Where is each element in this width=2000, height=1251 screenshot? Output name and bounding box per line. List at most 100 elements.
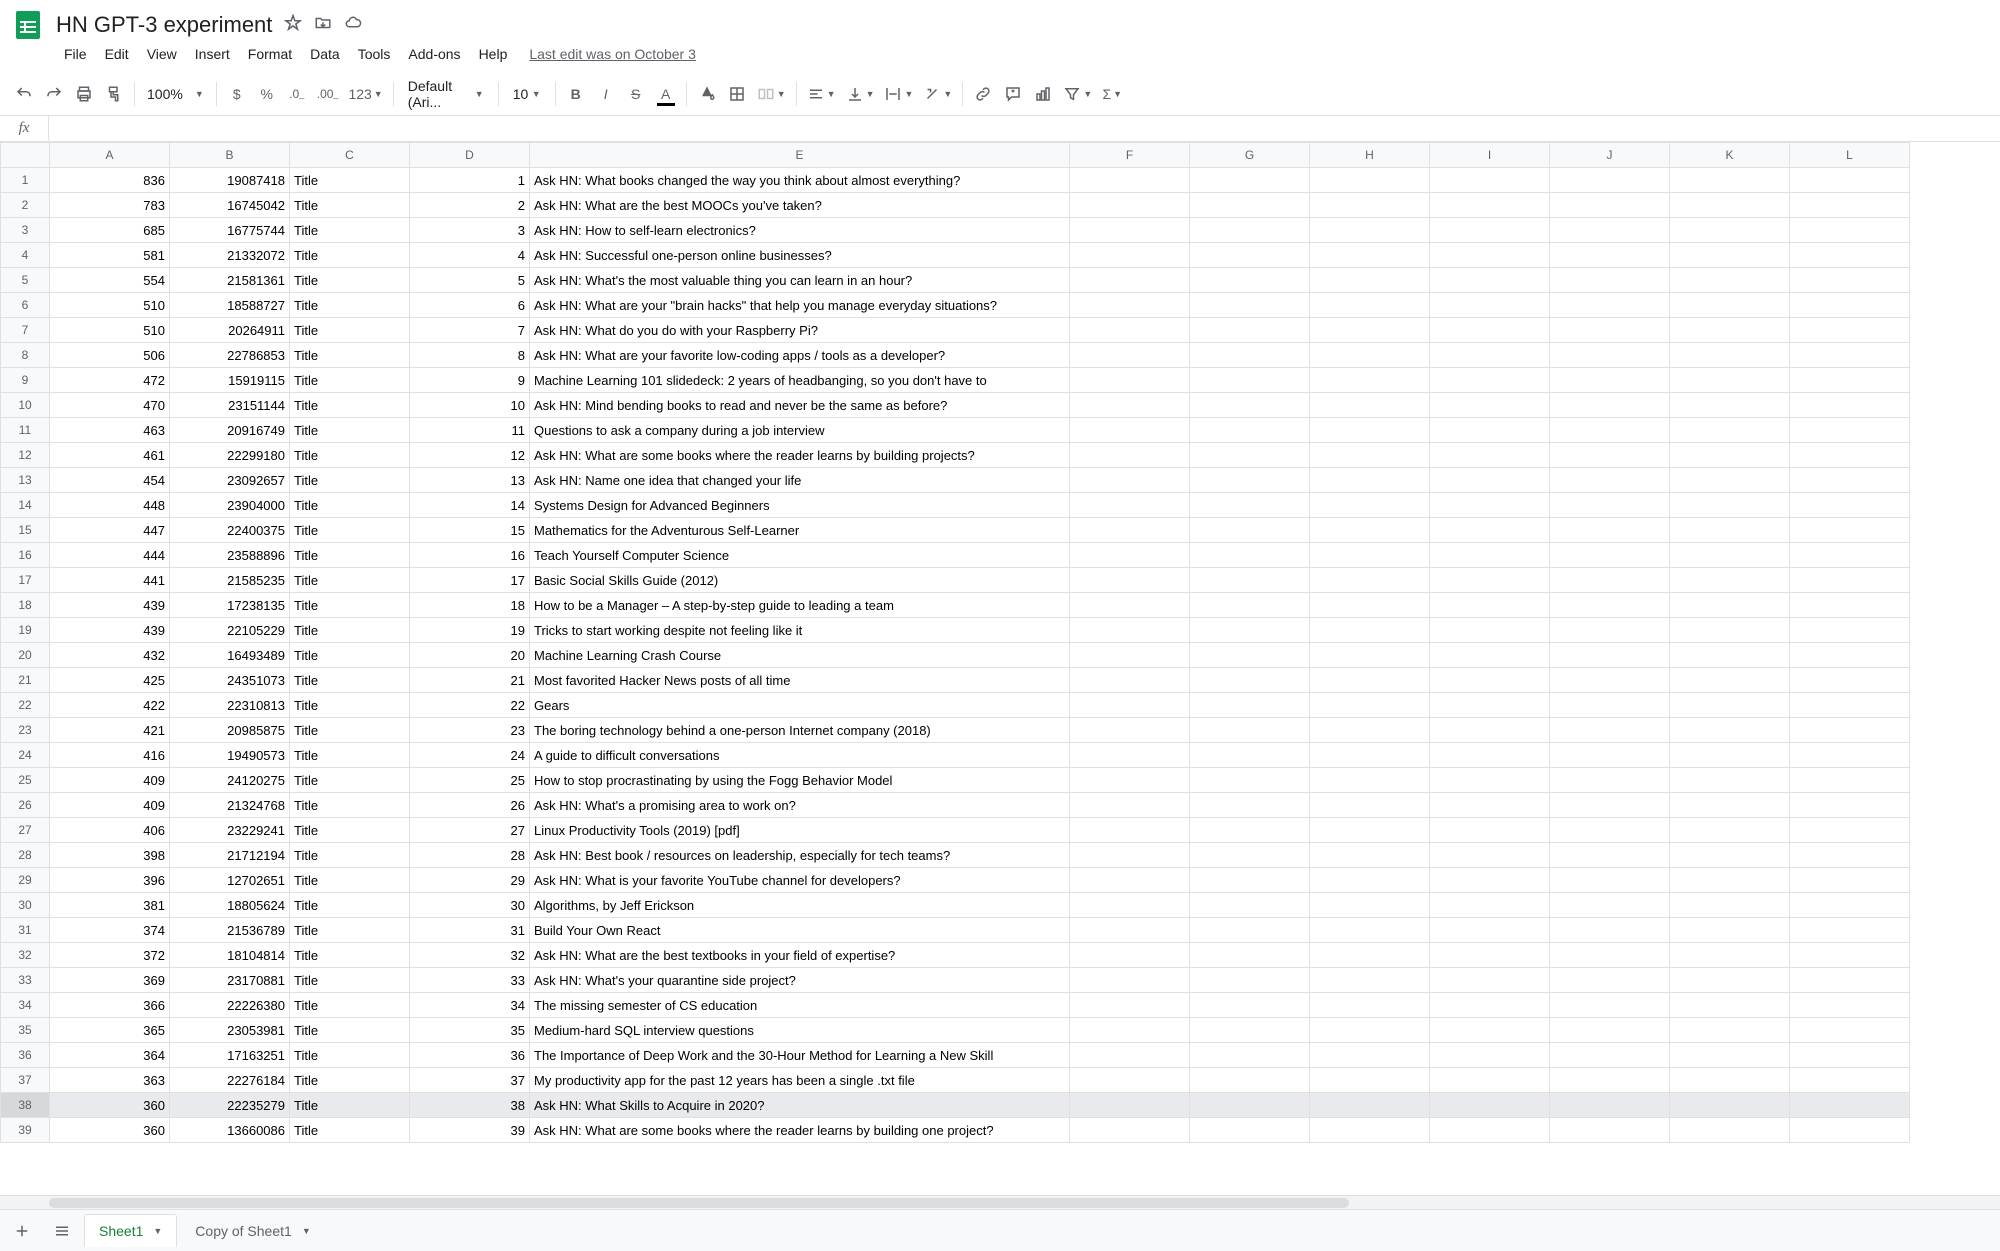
last-edit-link[interactable]: Last edit was on October 3: [529, 46, 696, 62]
cell[interactable]: [1790, 193, 1910, 218]
cell[interactable]: [1190, 968, 1310, 993]
cell[interactable]: 22226380: [170, 993, 290, 1018]
cell[interactable]: [1550, 743, 1670, 768]
filter-button[interactable]: ▼: [1059, 80, 1096, 108]
cell[interactable]: 396: [50, 868, 170, 893]
cell[interactable]: [1430, 243, 1550, 268]
cell[interactable]: Title: [290, 518, 410, 543]
cell[interactable]: [1430, 543, 1550, 568]
row-header[interactable]: 35: [1, 1018, 50, 1043]
cell[interactable]: 432: [50, 643, 170, 668]
cell[interactable]: 24351073: [170, 668, 290, 693]
zoom-select[interactable]: 100%▼: [141, 86, 210, 102]
cell[interactable]: [1790, 243, 1910, 268]
row-header[interactable]: 21: [1, 668, 50, 693]
functions-button[interactable]: Σ▼: [1098, 80, 1126, 108]
cell[interactable]: [1190, 918, 1310, 943]
cell[interactable]: [1190, 718, 1310, 743]
cell[interactable]: 472: [50, 368, 170, 393]
cell[interactable]: 29: [410, 868, 530, 893]
cell[interactable]: 18805624: [170, 893, 290, 918]
cell[interactable]: 19490573: [170, 743, 290, 768]
cell[interactable]: [1190, 1093, 1310, 1118]
cell[interactable]: [1190, 443, 1310, 468]
cell[interactable]: [1070, 1043, 1190, 1068]
cell[interactable]: [1190, 693, 1310, 718]
cell[interactable]: [1790, 743, 1910, 768]
cell[interactable]: [1070, 518, 1190, 543]
cell[interactable]: [1790, 768, 1910, 793]
cell[interactable]: [1790, 593, 1910, 618]
cell[interactable]: [1550, 818, 1670, 843]
cell[interactable]: 381: [50, 893, 170, 918]
cell[interactable]: [1310, 868, 1430, 893]
cell[interactable]: Linux Productivity Tools (2019) [pdf]: [530, 818, 1070, 843]
cell[interactable]: [1190, 1068, 1310, 1093]
cell[interactable]: Ask HN: What are some books where the re…: [530, 1118, 1070, 1143]
cell[interactable]: [1670, 693, 1790, 718]
print-button[interactable]: [70, 80, 98, 108]
cell[interactable]: [1430, 393, 1550, 418]
cell[interactable]: [1790, 993, 1910, 1018]
menu-insert[interactable]: Insert: [187, 42, 238, 66]
cell[interactable]: [1550, 793, 1670, 818]
cell[interactable]: 13: [410, 468, 530, 493]
cell[interactable]: [1310, 293, 1430, 318]
cell[interactable]: [1550, 493, 1670, 518]
cell[interactable]: 554: [50, 268, 170, 293]
cell[interactable]: [1310, 793, 1430, 818]
cell[interactable]: [1190, 468, 1310, 493]
cell[interactable]: [1070, 593, 1190, 618]
cell[interactable]: [1790, 543, 1910, 568]
row-header[interactable]: 4: [1, 243, 50, 268]
cell[interactable]: [1190, 568, 1310, 593]
cell[interactable]: 22400375: [170, 518, 290, 543]
cell[interactable]: Tricks to start working despite not feel…: [530, 618, 1070, 643]
cell[interactable]: 21581361: [170, 268, 290, 293]
cell[interactable]: [1070, 843, 1190, 868]
cell[interactable]: [1670, 593, 1790, 618]
cell[interactable]: [1070, 418, 1190, 443]
cell[interactable]: 454: [50, 468, 170, 493]
cell[interactable]: [1070, 268, 1190, 293]
cell[interactable]: [1550, 768, 1670, 793]
row-header[interactable]: 19: [1, 618, 50, 643]
cell[interactable]: Title: [290, 293, 410, 318]
row-header[interactable]: 24: [1, 743, 50, 768]
cell[interactable]: 15919115: [170, 368, 290, 393]
cell[interactable]: 15: [410, 518, 530, 543]
cell[interactable]: 13660086: [170, 1118, 290, 1143]
row-header[interactable]: 2: [1, 193, 50, 218]
cell[interactable]: [1310, 318, 1430, 343]
cell[interactable]: [1670, 518, 1790, 543]
cell[interactable]: [1310, 993, 1430, 1018]
cell[interactable]: 24120275: [170, 768, 290, 793]
cell[interactable]: [1670, 918, 1790, 943]
cell[interactable]: 37: [410, 1068, 530, 1093]
cell[interactable]: [1790, 693, 1910, 718]
cell[interactable]: [1430, 893, 1550, 918]
cell[interactable]: Ask HN: What are the best textbooks in y…: [530, 943, 1070, 968]
cell[interactable]: [1430, 343, 1550, 368]
cell[interactable]: [1310, 1118, 1430, 1143]
borders-button[interactable]: [723, 80, 751, 108]
cell[interactable]: Most favorited Hacker News posts of all …: [530, 668, 1070, 693]
cell[interactable]: [1070, 943, 1190, 968]
cell[interactable]: 364: [50, 1043, 170, 1068]
cell[interactable]: 21: [410, 668, 530, 693]
row-header[interactable]: 10: [1, 393, 50, 418]
menu-help[interactable]: Help: [471, 42, 516, 66]
cell[interactable]: [1190, 893, 1310, 918]
cell[interactable]: [1070, 293, 1190, 318]
cell[interactable]: Title: [290, 793, 410, 818]
cell[interactable]: 22310813: [170, 693, 290, 718]
font-select[interactable]: Default (Ari...▼: [400, 78, 492, 110]
cell[interactable]: 17163251: [170, 1043, 290, 1068]
cell[interactable]: 23588896: [170, 543, 290, 568]
cell[interactable]: [1550, 1093, 1670, 1118]
cell[interactable]: 416: [50, 743, 170, 768]
cell[interactable]: 22299180: [170, 443, 290, 468]
column-header-I[interactable]: I: [1430, 143, 1550, 168]
cell[interactable]: [1430, 1118, 1550, 1143]
cell[interactable]: 21324768: [170, 793, 290, 818]
